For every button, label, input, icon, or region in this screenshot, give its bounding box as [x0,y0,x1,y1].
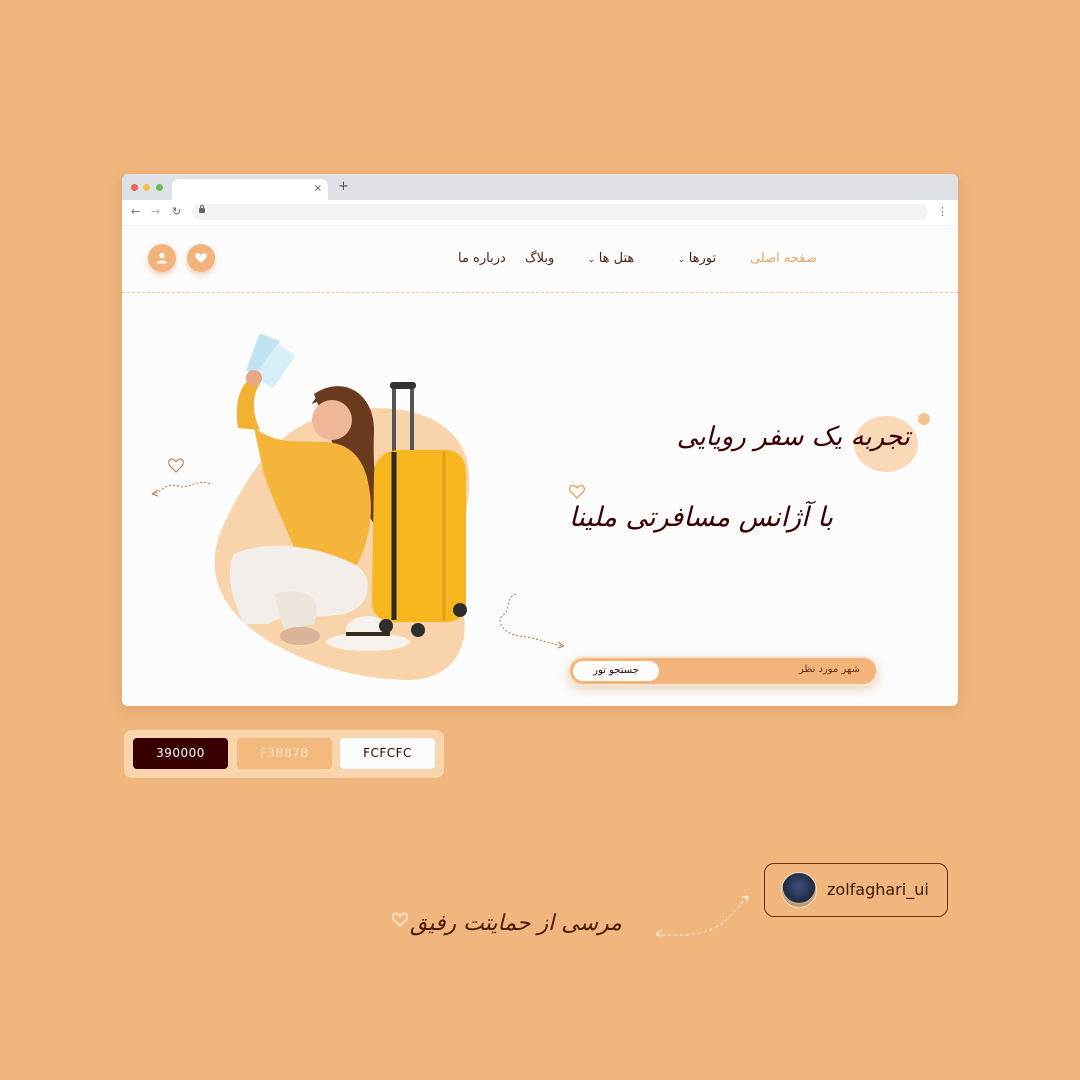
nav-item-tours-label: تورها [688,251,717,266]
nav-item-home[interactable]: صفحه اصلی [750,250,817,268]
tab-bar: × + [122,174,958,200]
address-bar: ← → ↻ ⋮ [122,200,958,226]
hero-accent-dot [918,413,930,425]
swatch-dark: 390000 [133,738,228,769]
thanks-message: مرسی از حمایتت رفیق [410,911,622,936]
doodle-arrow-right [499,593,565,649]
color-palette: 390000 F3B87B FCFCFC [124,730,444,778]
search-tour-button[interactable]: جستجو تور [573,661,659,681]
user-icon [157,252,167,264]
lock-icon [199,205,205,213]
tour-search-bar: جستجو تور شهر مورد نظر [568,656,878,686]
nav-item-about[interactable]: درباره ما [458,250,506,268]
url-field[interactable] [192,204,928,220]
browser-window: × + ← → ↻ ⋮ درباره ما وبلاگ ⌄ هتل ها ⌄ ت… [122,174,958,706]
minimize-window-dot[interactable] [143,184,150,191]
heart-doodle-icon [568,484,586,499]
nav-item-hotels[interactable]: ⌄ هتل ها [588,250,634,269]
city-search-input[interactable]: شهر مورد نظر [799,664,860,675]
traveler-illustration [229,334,467,651]
account-button[interactable] [148,244,176,272]
chevron-down-icon: ⌄ [678,255,685,264]
doodle-arrow-left [151,458,211,497]
new-tab-button[interactable]: + [338,180,349,194]
instagram-handle: zolfaghari_ui [827,880,929,899]
nav-item-hotels-label: هتل ها [598,251,635,266]
hero-title-line2: با آژانس مسافرتی ملینا [569,502,833,533]
nav-item-blog[interactable]: وبلاگ [525,250,554,268]
close-window-dot[interactable] [131,184,138,191]
avatar [781,872,817,908]
site-header: درباره ما وبلاگ ⌄ هتل ها ⌄ تورها صفحه اصلی [122,226,958,293]
chevron-down-icon: ⌄ [588,255,595,264]
heart-doodle-icon [391,912,409,927]
favorites-button[interactable] [187,244,215,272]
maximize-window-dot[interactable] [156,184,163,191]
back-icon[interactable]: ← [131,205,140,219]
browser-menu-icon[interactable]: ⋮ [937,205,948,219]
swatch-light: FCFCFC [340,738,435,769]
doodle-arrow-footer [655,895,749,938]
hero-title-line1: تجربه یک سفر رویایی [676,422,910,452]
instagram-handle-card[interactable]: zolfaghari_ui [764,863,948,917]
nav-item-tours[interactable]: ⌄ تورها [678,250,716,269]
swatch-accent: F3B87B [237,738,332,769]
heart-icon [195,253,207,263]
close-tab-icon[interactable]: × [314,182,322,196]
reload-icon[interactable]: ↻ [172,205,181,219]
browser-tab[interactable]: × [172,179,328,200]
forward-icon[interactable]: → [151,205,160,219]
